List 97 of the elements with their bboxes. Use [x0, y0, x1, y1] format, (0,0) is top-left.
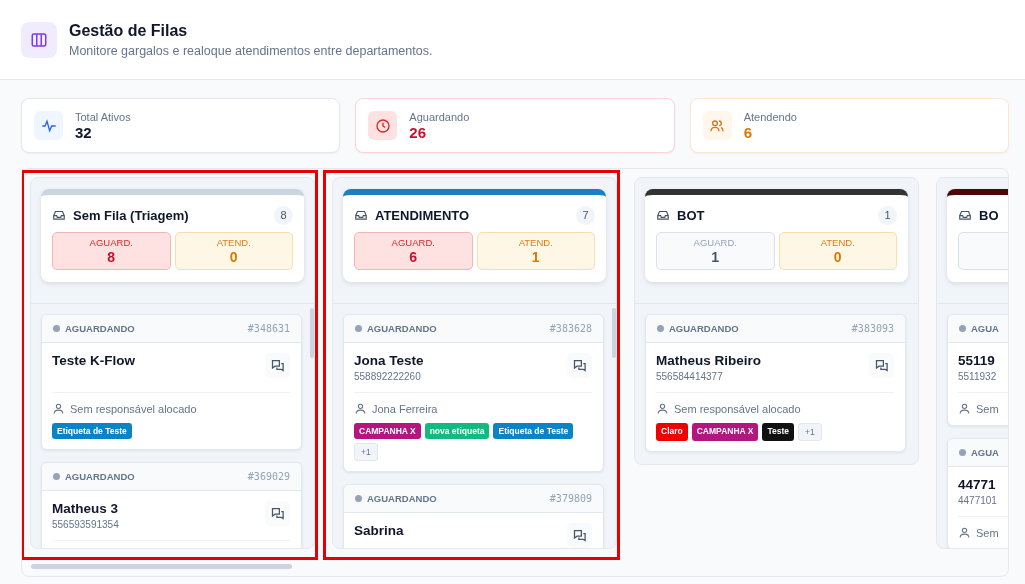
counter-value: 0: [229, 249, 238, 265]
ticket-card[interactable]: AGUARDANDO #383628 Jona Teste 558892222260 Jona Ferreira CAMPANHA X nova etiqueta Etiqueta de Teste +1: [343, 314, 604, 472]
tag: Teste: [762, 423, 794, 441]
counter-label: ATEND.: [518, 237, 553, 248]
tag: CAMPANHA X: [691, 423, 759, 441]
more-tags-chip[interactable]: +1: [354, 443, 378, 461]
queue-count: 1: [878, 205, 897, 225]
contact-name: Matheus 3: [52, 501, 119, 516]
summary-label: Aguardando: [409, 110, 470, 123]
page-subtitle: Monitore gargalos e realoque atendimentos entre departamentos.: [69, 43, 433, 58]
contact-phone: 5511932: [958, 371, 997, 382]
contact-name: Matheus Ribeiro: [656, 353, 761, 368]
assignee-label: Sem responsável alocado: [674, 402, 801, 415]
assignee-label: Sem responsável alocado: [70, 402, 197, 415]
tag: Etiqueta de Teste: [493, 423, 574, 439]
inbox-icon: [354, 208, 368, 222]
queue-title: BO: [979, 207, 1000, 223]
status-label: AGUARDANDO: [53, 323, 135, 334]
ticket-card[interactable]: AGUARDANDO #369029 Matheus 3 556593591354: [41, 462, 302, 548]
inbox-icon: [958, 208, 972, 222]
user-icon: [354, 402, 367, 415]
ticket-number: #348631: [247, 323, 290, 334]
more-tags-chip[interactable]: +1: [798, 423, 822, 441]
queue-title: Sem Fila (Triagem): [73, 207, 190, 223]
chat-button[interactable]: [265, 501, 290, 526]
contact-name: Sabrina: [354, 523, 404, 538]
contact-phone: 556584414377: [656, 371, 724, 382]
queue-title: ATENDIMENTO: [375, 207, 471, 223]
scrollbar-thumb[interactable]: [310, 308, 314, 358]
scrollbar-thumb[interactable]: [612, 308, 616, 358]
contact-name: 55119: [958, 353, 996, 368]
queue-count: 8: [274, 205, 293, 225]
chat-button[interactable]: [869, 353, 894, 378]
queue-count: 7: [576, 205, 595, 225]
chat-button[interactable]: [567, 523, 592, 548]
ticket-number: #369029: [247, 471, 290, 482]
tag: Etiqueta de Teste: [52, 423, 132, 439]
status-label: AGUA: [959, 323, 999, 334]
contact-name: 44771: [958, 477, 997, 492]
user-icon: [52, 402, 65, 415]
contact-name: Jona Teste: [354, 353, 424, 368]
assignee-label: Sem: [976, 526, 999, 539]
inbox-icon: [656, 208, 670, 222]
contact-phone: 556593591354: [52, 519, 119, 530]
counter-label: ATEND.: [820, 237, 855, 248]
status-label: AGUARDANDO: [53, 471, 135, 482]
ticket-card[interactable]: AGUARDANDO #379809 Sabrina: [343, 484, 604, 548]
summary-label: Total Ativos: [75, 110, 131, 123]
chat-button[interactable]: [265, 353, 290, 378]
user-icon: [656, 402, 669, 415]
summary-value: 26: [409, 123, 427, 141]
counter-value: 1: [531, 249, 540, 265]
assignee-label: Sem: [976, 402, 999, 415]
inbox-icon: [52, 208, 66, 222]
counter-value: 6: [409, 249, 418, 265]
tag: Claro: [656, 423, 688, 441]
ticket-number: #379809: [549, 493, 592, 504]
contact-phone: 558892222260: [354, 371, 422, 382]
chat-icon: [270, 358, 285, 373]
chat-icon: [572, 358, 587, 373]
counter-label: AGUARD.: [391, 237, 435, 248]
counter-label: AGUARD.: [693, 237, 737, 248]
ticket-number: #383628: [549, 323, 592, 334]
status-label: AGUARDANDO: [355, 493, 437, 504]
ticket-card[interactable]: AGUARDANDO #383093 Matheus Ribeiro 556584414377 Sem responsável alocado Claro CAMPANHA X Teste +1: [645, 314, 906, 452]
users-icon: [709, 117, 726, 134]
counter-value: 0: [833, 249, 842, 265]
clock-icon: [374, 117, 391, 134]
user-icon: [958, 526, 971, 539]
chat-button[interactable]: [567, 353, 592, 378]
tag: nova etiqueta: [424, 423, 490, 439]
columns-icon: [30, 30, 48, 49]
counter-value: 8: [107, 249, 116, 265]
contact-name: Teste K-Flow: [52, 353, 135, 368]
counter-label: ATEND.: [216, 237, 251, 248]
summary-value: 6: [743, 123, 753, 141]
assignee-label: Jona Ferreira: [372, 402, 438, 415]
summary-value: 32: [75, 123, 93, 141]
ticket-card[interactable]: AGUA 44771 4477101 Sem: [947, 438, 1008, 548]
queue-title: BOT: [677, 207, 706, 223]
ticket-number: #383093: [851, 323, 894, 334]
user-icon: [958, 402, 971, 415]
chat-icon: [572, 528, 587, 543]
counter-value: 1: [711, 249, 720, 265]
chat-icon: [874, 358, 889, 373]
chat-icon: [270, 506, 285, 521]
ticket-card[interactable]: AGUA 55119 5511932 Sem: [947, 314, 1008, 426]
status-label: AGUA: [959, 447, 999, 458]
contact-phone: 4477101: [958, 495, 997, 506]
status-label: AGUARDANDO: [355, 323, 437, 334]
scrollbar-thumb[interactable]: [31, 564, 292, 569]
page-title: Gestão de Filas: [69, 21, 189, 40]
ticket-card[interactable]: AGUARDANDO #348631 Teste K-Flow Sem responsável alocado Etiqueta de Teste: [41, 314, 302, 450]
status-label: AGUARDANDO: [657, 323, 739, 334]
tag: CAMPANHA X: [354, 423, 421, 439]
summary-label: Atendendo: [743, 110, 797, 123]
counter-label: AGUARD.: [89, 237, 133, 248]
